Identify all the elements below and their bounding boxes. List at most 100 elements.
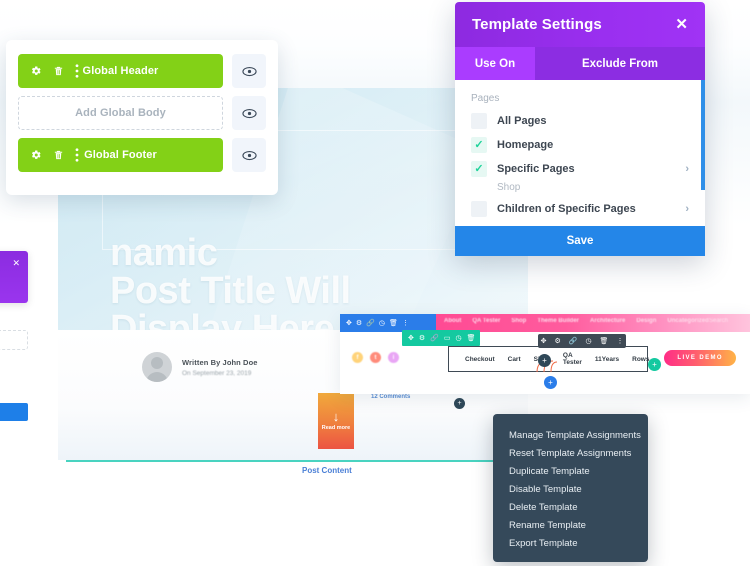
mini-nav-item[interactable]: Design [636, 318, 656, 324]
link-icon[interactable]: 🔗 [366, 319, 375, 327]
menu-item-reset-template-assignments[interactable]: Reset Template Assignments [493, 444, 648, 462]
global-footer-bar[interactable]: Global Footer [18, 138, 223, 172]
checkbox-children-of-specific-pages[interactable] [471, 201, 487, 217]
menu-item-export-template[interactable]: Export Template [493, 534, 648, 552]
scrollbar[interactable] [701, 80, 705, 190]
trash-icon[interactable]: 🗑 [600, 337, 609, 345]
checkbox-all-pages[interactable] [471, 113, 487, 129]
template-settings-tabs: Use On Exclude From [455, 47, 705, 80]
checkbox-homepage[interactable]: ✓ [471, 137, 487, 153]
checkbox-row-homepage[interactable]: ✓ Homepage [471, 137, 689, 153]
mini-search-label[interactable]: Search [709, 318, 728, 324]
close-icon[interactable]: ✕ [675, 17, 688, 32]
toggle-visibility-header-button[interactable] [232, 54, 266, 88]
twitter-icon[interactable]: t [370, 352, 381, 363]
instagram-icon[interactable]: i [388, 352, 399, 363]
trash-icon[interactable] [53, 65, 64, 77]
mini-nav-item[interactable]: Theme Builder [537, 318, 579, 324]
chevron-right-icon[interactable]: › [685, 203, 689, 215]
mini-nav-item[interactable]: Uncategorized [667, 318, 708, 324]
clock-icon[interactable]: ◷ [585, 337, 591, 345]
save-button[interactable]: Save [455, 226, 705, 256]
duplicate-icon[interactable]: ▭ [444, 334, 451, 342]
more-vertical-icon[interactable] [75, 148, 79, 162]
mini-nav-item[interactable]: Shop [511, 318, 526, 324]
arrow-down-icon: ↓ [332, 408, 340, 424]
mini-nav-item[interactable]: QA Tester [472, 318, 500, 324]
post-author-name: Written By John Doe [182, 357, 258, 367]
add-global-body-button[interactable]: Add Global Body [18, 96, 223, 130]
link-icon[interactable]: 🔗 [569, 337, 578, 345]
tab-exclude-from[interactable]: Exclude From [535, 47, 705, 80]
left-purple-panel[interactable]: ✕ [0, 251, 28, 303]
menu-item-delete-template[interactable]: Delete Template [493, 498, 648, 516]
link-icon[interactable]: 🔗 [430, 334, 439, 342]
trash-icon[interactable]: 🗑 [389, 319, 398, 327]
mini-social-icons: f t i [352, 352, 399, 363]
close-icon[interactable]: ✕ [12, 259, 20, 268]
gear-icon[interactable]: ⚙ [419, 334, 425, 342]
mini-nav-item[interactable]: About [444, 318, 461, 324]
check-icon: ✓ [474, 138, 484, 151]
mini-menu-item[interactable]: 11Years [595, 356, 619, 363]
menu-item-duplicate-template[interactable]: Duplicate Template [493, 462, 648, 480]
mini-builder-preview: ✥ ⚙ 🔗 ◷ 🗑 ⋮ About QA Tester Shop Theme B… [340, 314, 750, 394]
eye-icon [241, 66, 257, 77]
add-row-button-green[interactable]: + [648, 358, 661, 371]
trash-icon[interactable]: 🗑 [467, 334, 476, 342]
more-vertical-icon[interactable]: ⋮ [616, 337, 623, 345]
gear-icon[interactable]: ⚙ [554, 337, 560, 345]
global-header-row: Global Header [18, 54, 266, 88]
checkbox-row-children-of-specific-pages[interactable]: Children of Specific Pages › [471, 201, 689, 217]
add-section-button-blue[interactable]: + [544, 376, 557, 389]
mini-module-toolbar-dark[interactable]: ✥ ⚙ 🔗 ◷ 🗑 ⋮ [538, 334, 626, 348]
checkbox-row-specific-pages[interactable]: ✓ Specific Pages › [471, 161, 689, 177]
read-more-label: Read more [321, 424, 351, 431]
selected-specific-page: Shop [497, 182, 521, 193]
mini-nav-item[interactable]: Architecture [590, 318, 625, 324]
toggle-visibility-body-button[interactable] [232, 96, 266, 130]
clock-icon[interactable]: ◷ [379, 319, 385, 327]
move-icon[interactable]: ✥ [346, 319, 352, 327]
mini-menu-item[interactable]: Cart [508, 356, 521, 363]
menu-item-rename-template[interactable]: Rename Template [493, 516, 648, 534]
gear-icon[interactable] [30, 65, 42, 77]
add-comment-button[interactable]: + [454, 398, 465, 409]
checkbox-row-all-pages[interactable]: All Pages [471, 113, 689, 129]
chevron-right-icon[interactable]: › [685, 163, 689, 175]
mini-menu-item[interactable]: Checkout [465, 356, 495, 363]
template-settings-header: Template Settings ✕ [455, 2, 705, 47]
trash-icon[interactable] [53, 149, 64, 161]
template-settings-body: Pages All Pages ✓ Homepage ✓ Specific Pa… [455, 80, 705, 226]
live-demo-button[interactable]: LIVE DEMO [664, 350, 736, 366]
move-icon[interactable]: ✥ [408, 334, 414, 342]
menu-item-manage-template-assignments[interactable]: Manage Template Assignments [493, 426, 648, 444]
post-date: On September 23, 2019 [182, 369, 252, 377]
global-header-bar[interactable]: Global Header [18, 54, 223, 88]
global-footer-row: Global Footer [18, 138, 266, 172]
read-more-button[interactable]: ↓ Read more [318, 393, 354, 449]
label-specific-pages: Specific Pages [497, 163, 575, 175]
more-vertical-icon[interactable] [75, 64, 79, 78]
template-settings-modal: Template Settings ✕ Use On Exclude From … [455, 2, 705, 256]
menu-item-disable-template[interactable]: Disable Template [493, 480, 648, 498]
mini-builder-toolbar-green[interactable]: ✥ ⚙ 🔗 ▭ ◷ 🗑 ⋮ [402, 330, 488, 346]
post-author-row: Written By John Doe On September 23, 201… [142, 352, 258, 382]
label-homepage: Homepage [497, 139, 554, 151]
toggle-visibility-footer-button[interactable] [232, 138, 266, 172]
check-icon: ✓ [474, 162, 484, 175]
more-vertical-icon[interactable]: ⋮ [402, 319, 409, 327]
move-icon[interactable]: ✥ [541, 337, 547, 345]
facebook-icon[interactable]: f [352, 352, 363, 363]
more-vertical-icon[interactable]: ⋮ [481, 334, 488, 342]
gear-icon[interactable]: ⚙ [356, 319, 362, 327]
clock-icon[interactable]: ◷ [456, 334, 462, 342]
mini-menu-item[interactable]: Rows [632, 356, 649, 363]
tab-use-on[interactable]: Use On [455, 47, 535, 80]
mini-nav-items: About QA Tester Shop Theme Builder Archi… [444, 318, 709, 324]
gear-icon[interactable] [30, 149, 42, 161]
left-blue-button[interactable] [0, 403, 28, 421]
comments-count[interactable]: 12 Comments [371, 394, 410, 400]
checkbox-specific-pages[interactable]: ✓ [471, 161, 487, 177]
add-module-button-dark[interactable]: + [538, 354, 551, 367]
